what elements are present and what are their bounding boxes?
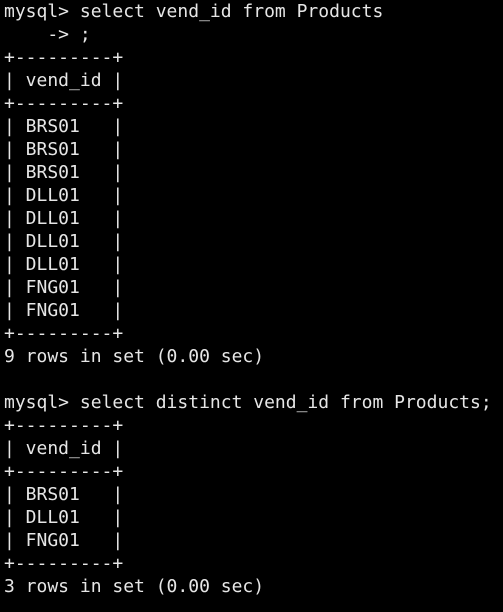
table-row: | DLL01 |: [4, 185, 124, 206]
table-row: | DLL01 |: [4, 231, 124, 252]
table-border-bottom: +---------+: [4, 323, 124, 344]
table-row: | DLL01 |: [4, 507, 124, 528]
table-row: | FNG01 |: [4, 300, 124, 321]
table-border-bottom: +---------+: [4, 553, 124, 574]
table-header: | vend_id |: [4, 438, 124, 459]
table-border-header: +---------+: [4, 93, 124, 114]
table-row: | BRS01 |: [4, 116, 124, 137]
table-row: | BRS01 |: [4, 139, 124, 160]
table-row: | FNG01 |: [4, 530, 124, 551]
table-row: | BRS01 |: [4, 484, 124, 505]
table-border-top: +---------+: [4, 415, 124, 436]
table-row: | DLL01 |: [4, 254, 124, 275]
table-border-header: +---------+: [4, 461, 124, 482]
command-line: mysql> select distinct vend_id from Prod…: [4, 392, 492, 413]
result-summary: 3 rows in set (0.00 sec): [4, 576, 265, 597]
command-continuation-line: -> ;: [4, 24, 91, 45]
table-row: | FNG01 |: [4, 277, 124, 298]
table-header: | vend_id |: [4, 70, 124, 91]
result-summary: 9 rows in set (0.00 sec): [4, 346, 265, 367]
command-line: mysql> select vend_id from Products: [4, 1, 384, 22]
table-row: | DLL01 |: [4, 208, 124, 229]
table-row: | BRS01 |: [4, 162, 124, 183]
terminal-window[interactable]: mysql> select vend_id from Products -> ;…: [0, 0, 503, 612]
table-border-top: +---------+: [4, 47, 124, 68]
